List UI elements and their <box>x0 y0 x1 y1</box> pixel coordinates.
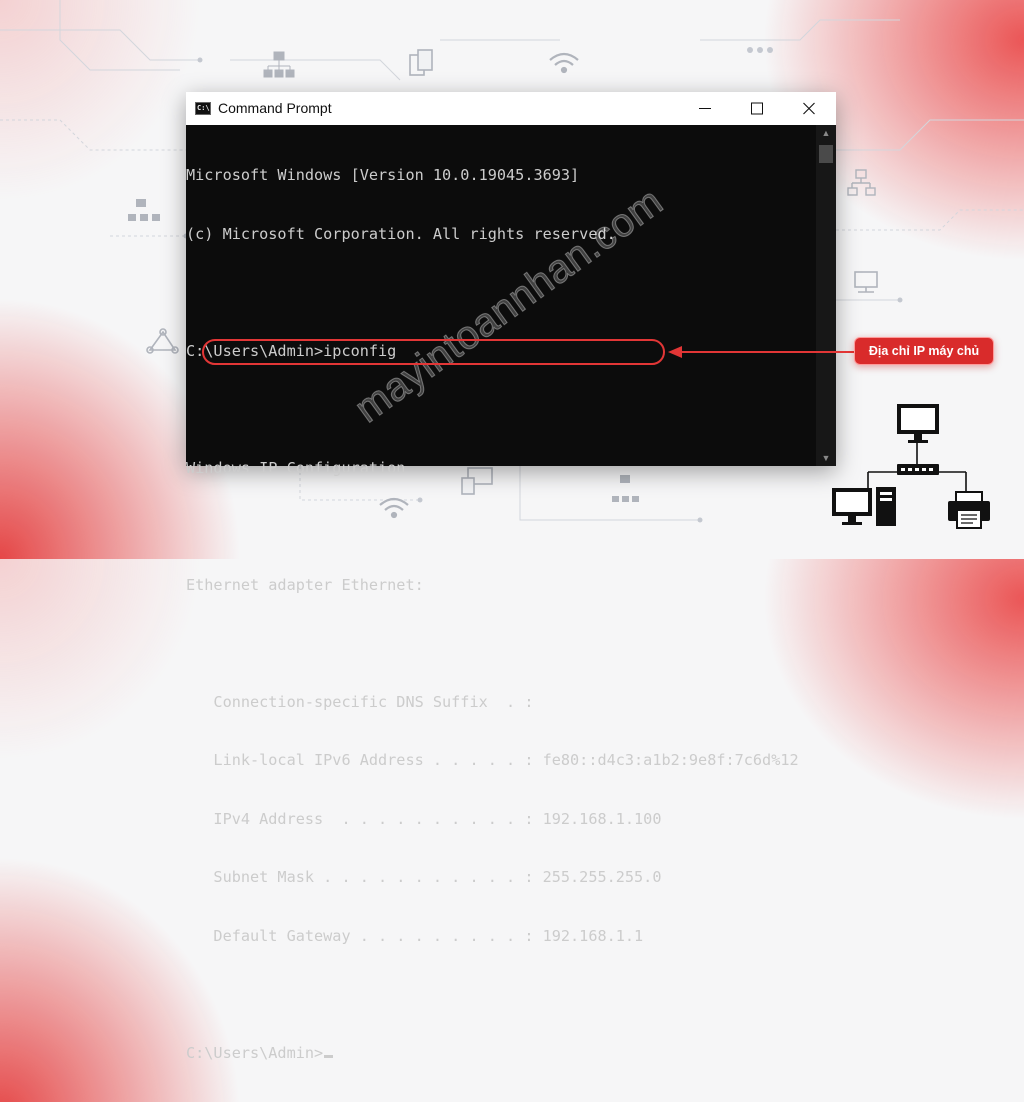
terminal-line: Connection-specific DNS Suffix . : <box>186 692 534 711</box>
network-hub-icon <box>128 199 160 221</box>
network-share-icon <box>146 328 179 354</box>
sitemap-icon <box>263 51 295 78</box>
documents-icon <box>409 49 433 76</box>
arrow-left-icon <box>668 346 854 358</box>
window-title: Command Prompt <box>218 100 332 116</box>
terminal-line: (c) Microsoft Corporation. All rights re… <box>186 224 616 243</box>
computer-lock-icon <box>854 271 878 293</box>
wifi-icon <box>549 52 579 74</box>
text-cursor <box>324 1054 334 1058</box>
minimize-button[interactable] <box>682 92 728 125</box>
terminal-line: Ethernet adapter Ethernet: <box>186 575 424 594</box>
title-bar[interactable]: C:\ Command Prompt <box>186 92 836 125</box>
maximize-button[interactable] <box>734 92 780 125</box>
printer-icon <box>948 491 990 529</box>
network-diagram <box>832 404 990 529</box>
close-icon <box>803 102 815 115</box>
sitemap-icon <box>847 169 876 196</box>
maximize-icon <box>751 102 763 115</box>
close-button[interactable] <box>786 92 832 125</box>
cmd-icon: C:\ <box>195 102 211 115</box>
switch-icon <box>897 464 939 475</box>
terminal-line: Subnet Mask . . . . . . . . . . . : 255.… <box>186 868 662 886</box>
terminal-line: Link-local IPv6 Address . . . . . : fe80… <box>186 751 799 769</box>
desktop-computer-icon <box>832 487 896 526</box>
scroll-thumb[interactable] <box>819 145 833 163</box>
terminal-line: Default Gateway . . . . . . . . . : 192.… <box>186 926 644 945</box>
prompt-text: C:\Users\Admin> <box>186 1043 324 1062</box>
terminal-line: Microsoft Windows [Version 10.0.19045.36… <box>186 166 580 184</box>
ipv4-address-line: IPv4 Address . . . . . . . . . . : 192.1… <box>186 809 662 828</box>
ip-callout-label: Địa chỉ IP máy chủ <box>854 337 994 365</box>
terminal-line: Windows IP Configuration <box>186 458 406 477</box>
command-prompt-line[interactable]: C:\Users\Admin> <box>186 1044 816 1064</box>
scroll-up-arrow-icon[interactable]: ▲ <box>816 125 836 141</box>
monitor-icon <box>897 404 939 443</box>
ipv4-highlight-outline <box>202 339 665 365</box>
